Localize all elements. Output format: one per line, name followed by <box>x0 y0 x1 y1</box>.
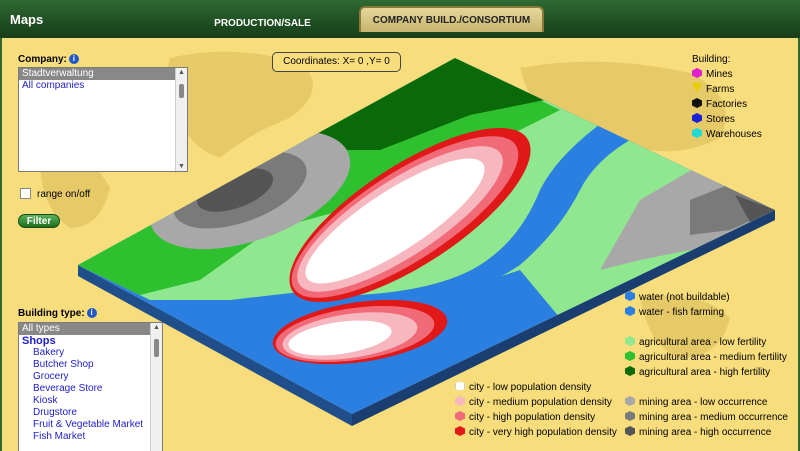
stores-icon <box>692 113 702 123</box>
city-legend: city - low population density city - med… <box>455 380 617 440</box>
agriculture-legend: agricultural area - low fertility agricu… <box>625 335 787 380</box>
scroll-up-icon[interactable]: ▲ <box>178 69 185 76</box>
scroll-thumb[interactable] <box>154 339 159 357</box>
building-legend-title: Building: <box>692 54 731 65</box>
legend-item[interactable]: Mines <box>692 67 762 82</box>
legend-item[interactable]: Farms <box>692 82 762 97</box>
list-item[interactable]: Fruit & Vegetable Market <box>19 419 162 431</box>
agri-low-icon <box>625 336 635 346</box>
info-icon[interactable]: i <box>86 308 97 318</box>
list-item[interactable]: Drugstore <box>19 407 162 419</box>
legend-item: city - very high population density <box>455 425 617 440</box>
legend-item[interactable]: Factories <box>692 97 762 112</box>
scrollbar[interactable]: ▲ ▼ <box>175 68 187 171</box>
legend-item: mining area - low occurrence <box>625 395 788 410</box>
scroll-down-icon[interactable]: ▼ <box>178 163 185 170</box>
scrollbar[interactable]: ▲ <box>150 323 162 451</box>
scroll-up-icon[interactable]: ▲ <box>153 324 160 331</box>
filter-button[interactable]: Filter <box>18 214 60 228</box>
legend-item: agricultural area - medium fertility <box>625 350 787 365</box>
range-label: range on/off <box>37 189 91 200</box>
company-label: Company: i <box>18 54 79 65</box>
city-high-icon <box>455 411 465 421</box>
company-list[interactable]: Stadtverwaltung All companies ▲ ▼ <box>18 67 188 172</box>
list-item[interactable]: Shops <box>19 335 162 347</box>
farms-icon <box>692 83 702 93</box>
legend-item: water - fish farming <box>625 305 730 320</box>
city-medium-icon <box>455 396 465 406</box>
warehouses-icon <box>692 128 702 138</box>
legend-item: mining area - medium occurrence <box>625 410 788 425</box>
legend-item: city - low population density <box>455 380 617 395</box>
list-item[interactable]: Fish Market <box>19 431 162 443</box>
city-low-icon <box>455 381 465 391</box>
list-item[interactable]: Butcher Shop <box>19 359 162 371</box>
list-item[interactable]: Grocery <box>19 371 162 383</box>
legend-item[interactable]: Warehouses <box>692 127 762 142</box>
factories-icon <box>692 98 702 108</box>
list-item[interactable]: All types <box>19 323 162 335</box>
coordinates-display: Coordinates: X= 0 ,Y= 0 <box>272 52 401 72</box>
legend-item[interactable]: Stores <box>692 112 762 127</box>
mines-icon <box>692 68 702 78</box>
list-item[interactable]: Beverage Store <box>19 383 162 395</box>
list-item[interactable]: All companies <box>19 80 187 92</box>
mining-high-icon <box>625 426 635 436</box>
legend-item: city - high population density <box>455 410 617 425</box>
legend-item: city - medium population density <box>455 395 617 410</box>
scroll-thumb[interactable] <box>179 84 184 98</box>
building-type-label: Building type: i <box>18 308 97 319</box>
water-icon <box>625 291 635 301</box>
list-item[interactable]: Bakery <box>19 347 162 359</box>
agri-medium-icon <box>625 351 635 361</box>
info-icon[interactable]: i <box>68 54 79 64</box>
legend-item: mining area - high occurrence <box>625 425 788 440</box>
mining-medium-icon <box>625 411 635 421</box>
legend-item: agricultural area - high fertility <box>625 365 787 380</box>
range-checkbox[interactable] <box>20 188 31 199</box>
list-item[interactable]: Stadtverwaltung <box>19 68 187 80</box>
water-legend: water (not buildable) water - fish farmi… <box>625 290 730 320</box>
legend-item: water (not buildable) <box>625 290 730 305</box>
mining-low-icon <box>625 396 635 406</box>
building-type-list[interactable]: All types Shops Bakery Butcher Shop Groc… <box>18 322 163 451</box>
legend-item: agricultural area - low fertility <box>625 335 787 350</box>
building-legend: Building: Mines Farms Factories Stores W… <box>692 52 762 142</box>
list-item[interactable]: Kiosk <box>19 395 162 407</box>
fish-farming-icon <box>625 306 635 316</box>
city-very-high-icon <box>455 426 465 436</box>
agri-high-icon <box>625 366 635 376</box>
mining-legend: mining area - low occurrence mining area… <box>625 395 788 440</box>
